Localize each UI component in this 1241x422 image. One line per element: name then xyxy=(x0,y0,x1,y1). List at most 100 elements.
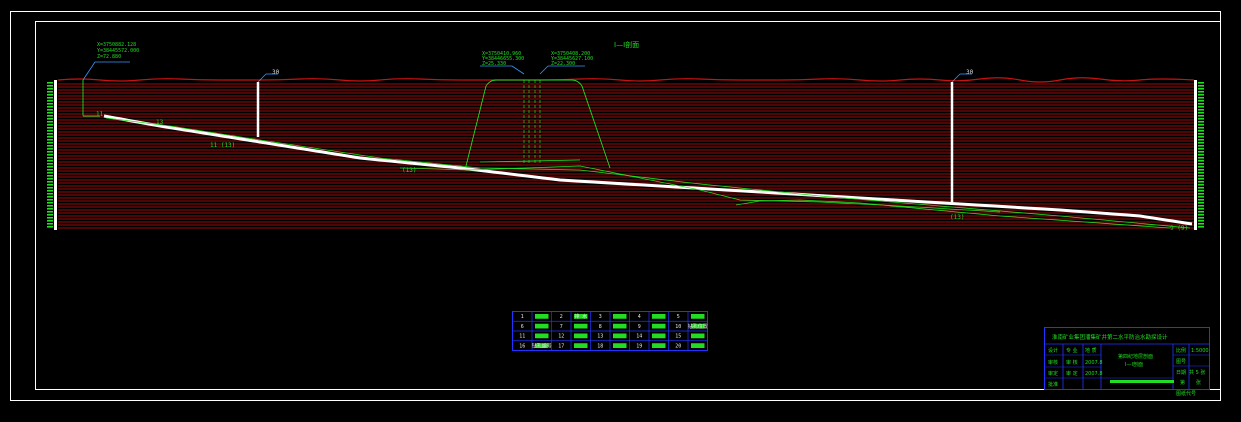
scale-tick xyxy=(47,223,53,225)
legend-cell-text: 13 xyxy=(597,334,603,340)
scale-tick xyxy=(1198,163,1204,165)
seam-label: 11 xyxy=(96,111,104,118)
scale-tick xyxy=(47,124,53,126)
left-boundary xyxy=(54,80,57,230)
scale-tick xyxy=(47,184,53,186)
scale-tick xyxy=(47,166,53,168)
scale-tick xyxy=(47,82,53,84)
scale-tick xyxy=(47,172,53,174)
scale-tick xyxy=(1198,226,1204,228)
tb-page: 张 xyxy=(1196,379,1201,386)
title-block: 淮南矿业集团潘集矿井第二水平防治水勘探设计 设计 审核 审定 批准 专 业 审 … xyxy=(1044,327,1210,397)
tb-left-label: 设计 xyxy=(1048,347,1058,354)
borehole-coord: Z=25.330 xyxy=(482,61,506,67)
scale-tick xyxy=(47,106,53,108)
legend-swatch xyxy=(574,333,588,339)
legend-cell-text: 钻孔位置 xyxy=(688,323,708,330)
legend-cell-text: 14 xyxy=(636,334,642,340)
legend-swatch xyxy=(691,333,705,339)
legend-swatch xyxy=(535,323,549,329)
scale-tick xyxy=(47,139,53,141)
drawing-name: I—I剖面 xyxy=(1125,361,1143,368)
scale-tick xyxy=(47,97,53,99)
scale-tick xyxy=(1198,214,1204,216)
legend-cell-text: 2 xyxy=(560,314,563,320)
cad-drawing-canvas: I—I剖面 30 30 X=3750882.128 Y=38445572.000… xyxy=(10,11,1221,401)
tb-role: 审 核 xyxy=(1066,359,1078,366)
legend-cell-text: 排 水 xyxy=(574,313,587,320)
inner-frame xyxy=(35,21,1221,390)
tb-left-label: 审定 xyxy=(1048,370,1058,377)
scale-tick xyxy=(47,100,53,102)
scale-tick xyxy=(47,193,53,195)
scale-tick xyxy=(1198,82,1204,84)
depth-scale-right xyxy=(1198,82,1204,228)
tb-role: 审 定 xyxy=(1066,370,1078,377)
scale-tick xyxy=(1198,178,1204,180)
scale-tick xyxy=(1198,157,1204,159)
scale-tick xyxy=(47,217,53,219)
drawing-name: 第四纪地层剖面 xyxy=(1118,353,1153,360)
tb-right-label: 比例 xyxy=(1176,347,1186,354)
scale-tick xyxy=(1198,175,1204,177)
scale-tick xyxy=(47,187,53,189)
legend-swatch xyxy=(652,323,666,329)
scale-tick xyxy=(47,175,53,177)
legend-swatch xyxy=(652,333,666,339)
tb-right-value: 1:5000 xyxy=(1191,348,1209,354)
legend-cell-text: 7 xyxy=(560,324,563,330)
marker-label: 30 xyxy=(272,69,280,76)
scale-tick xyxy=(47,145,53,147)
legend-swatch xyxy=(613,333,627,339)
legend-swatch xyxy=(691,343,705,348)
scale-tick xyxy=(47,127,53,129)
scale-tick xyxy=(47,154,53,156)
scale-tick xyxy=(47,85,53,87)
scale-tick xyxy=(1198,160,1204,162)
seam-label: 13 xyxy=(156,119,164,126)
scale-tick xyxy=(1198,130,1204,132)
seam-label: 9 (9) xyxy=(1170,225,1188,232)
tb-right-label: 日期 xyxy=(1176,370,1186,376)
scale-tick xyxy=(1198,139,1204,141)
legend-cell-text: 12 xyxy=(558,334,564,340)
scale-tick xyxy=(1198,124,1204,126)
legend-cell-text: 6 xyxy=(521,324,524,330)
scale-tick xyxy=(47,190,53,192)
tb-name: 2007.8 xyxy=(1085,360,1103,366)
scale-tick xyxy=(1198,100,1204,102)
scale-tick xyxy=(1198,112,1204,114)
legend-swatch xyxy=(613,323,627,329)
seam-floor-line xyxy=(105,117,1191,229)
scale-tick xyxy=(47,196,53,198)
legend-cell-text: 10 xyxy=(675,324,681,330)
legend-cell-text: 11 xyxy=(519,334,525,340)
legend-swatch xyxy=(691,314,705,319)
scale-tick xyxy=(1198,97,1204,99)
scale-tick xyxy=(1198,109,1204,111)
right-boundary xyxy=(1194,80,1197,230)
scale-tick xyxy=(1198,193,1204,195)
scale-tick xyxy=(47,121,53,123)
scale-tick xyxy=(47,157,53,159)
tb-right-value: 共 5 张 xyxy=(1189,369,1205,376)
borehole-coord: Z=22.300 xyxy=(551,61,575,67)
scale-tick xyxy=(47,88,53,90)
scale-tick xyxy=(1198,91,1204,93)
scale-tick xyxy=(1198,166,1204,168)
legend-swatch xyxy=(613,314,627,319)
scale-tick xyxy=(1198,148,1204,150)
scale-tick xyxy=(1198,103,1204,105)
scale-tick xyxy=(47,181,53,183)
tb-left-label: 审核 xyxy=(1048,359,1058,366)
legend-table: 12排 水 3 4 56 7 8 9 10 钻孔位置11 12 13 14 1516 钻孔编号 17 18 19… xyxy=(512,311,708,351)
legend-cell-text: 17 xyxy=(558,343,564,349)
scale-tick xyxy=(47,94,53,96)
legend-cell-text: 19 xyxy=(636,343,642,349)
scale-tick xyxy=(1198,115,1204,117)
scale-tick xyxy=(47,163,53,165)
legend-cell-text: 4 xyxy=(638,314,641,320)
scale-tick xyxy=(1198,199,1204,201)
legend-cell-text: 8 xyxy=(599,324,602,330)
legend-cell-text: 20 xyxy=(675,343,681,349)
